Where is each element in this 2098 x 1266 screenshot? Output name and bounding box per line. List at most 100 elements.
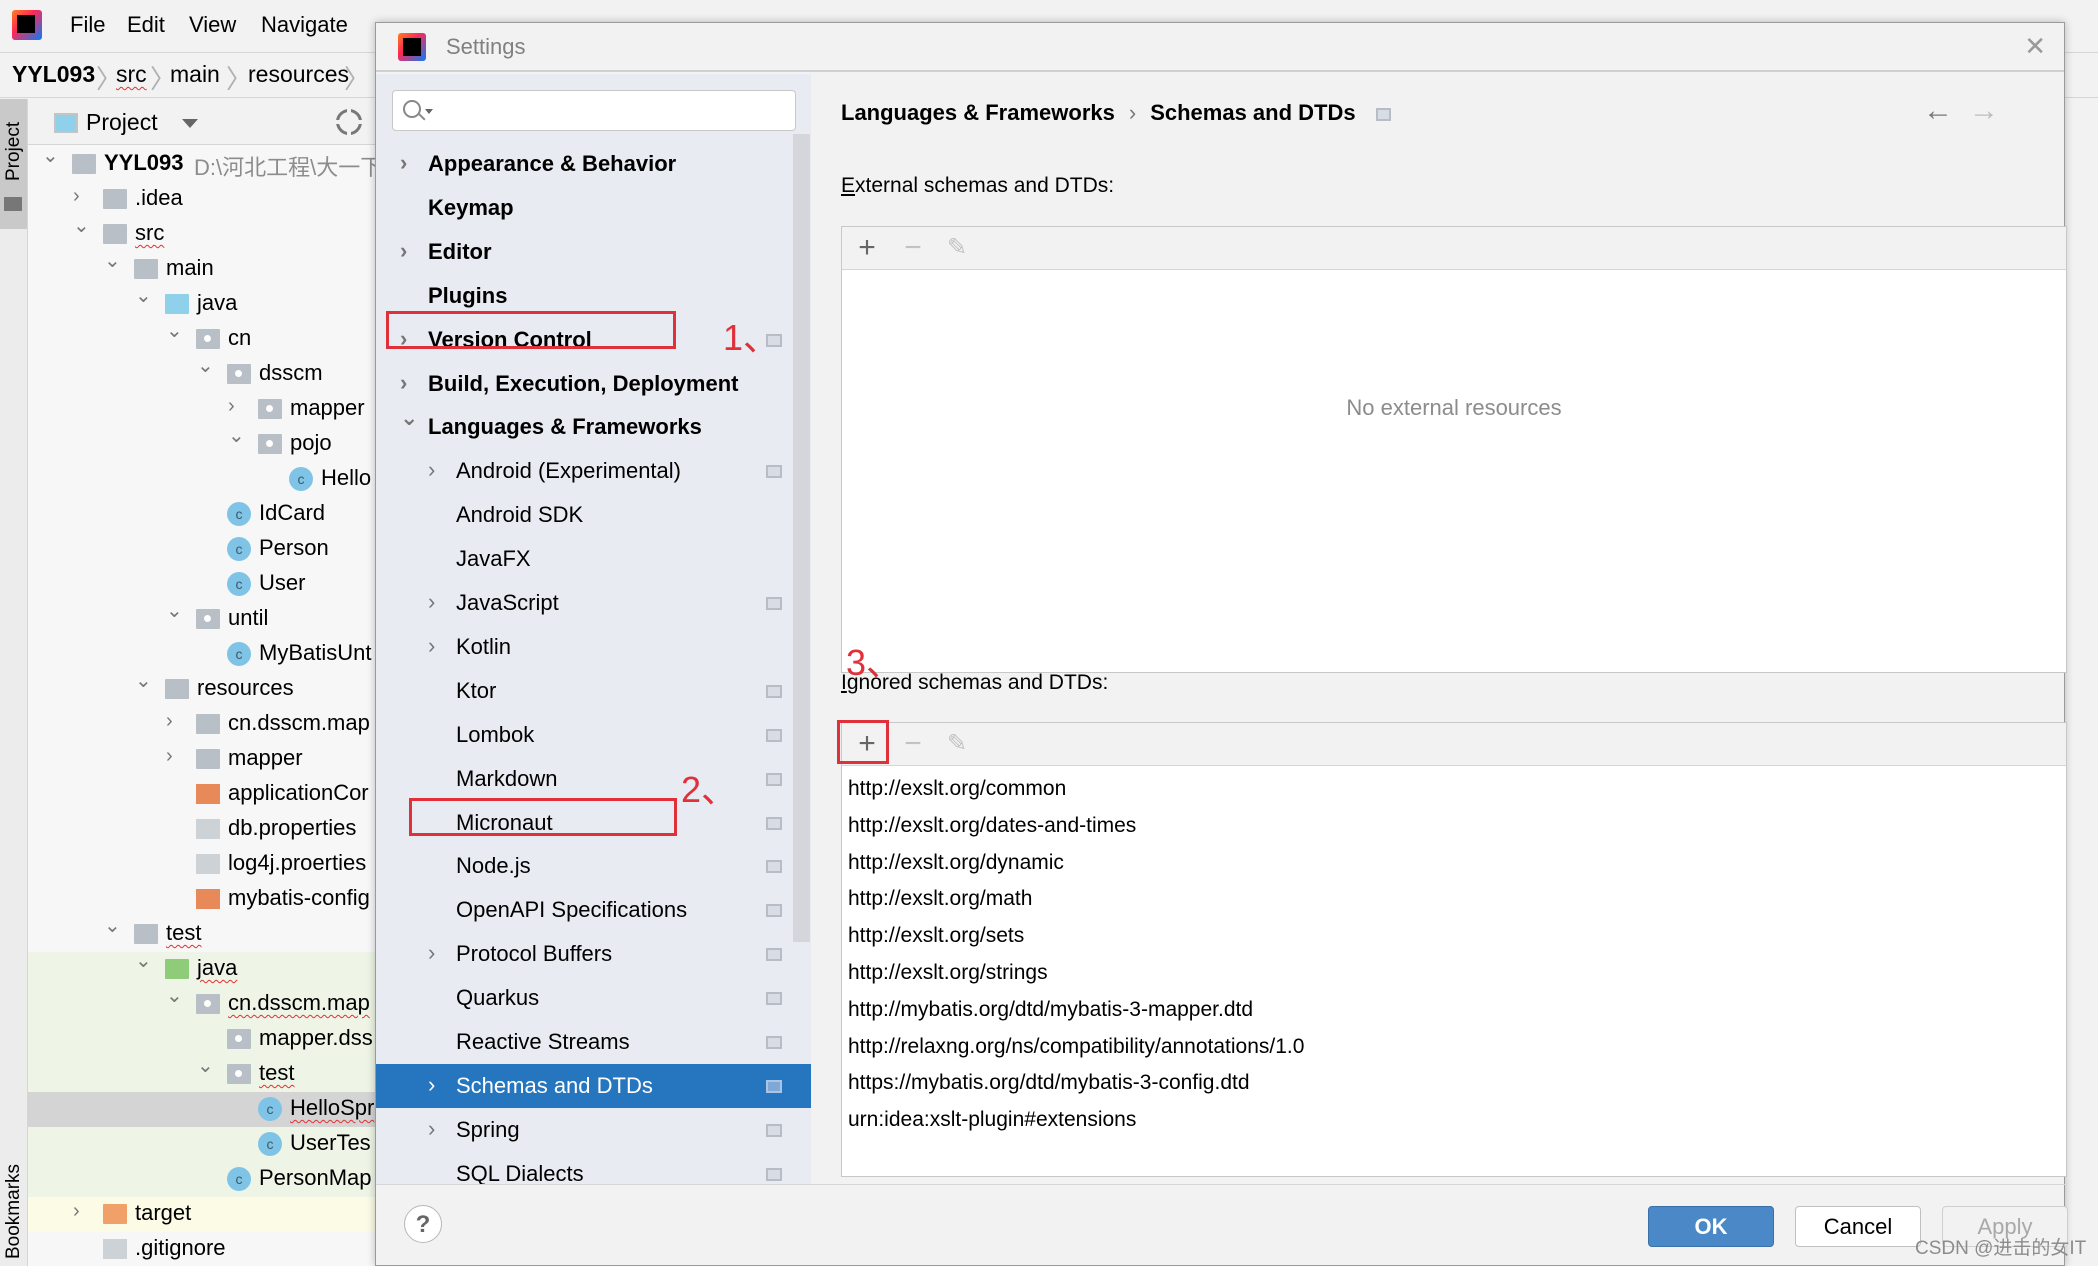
chevron-down-icon[interactable]: ⌄ — [197, 1053, 214, 1078]
chevron-right-icon[interactable]: › — [428, 940, 435, 966]
chevron-right-icon[interactable]: › — [400, 238, 407, 264]
settings-search-field[interactable] — [392, 90, 796, 131]
breadcrumb-main[interactable]: main — [170, 61, 220, 88]
settings-tree-item[interactable]: SQL Dialects — [376, 1152, 811, 1184]
settings-tree-scrollbar[interactable] — [793, 134, 810, 942]
project-tree-item[interactable]: c PersonMap — [28, 1162, 375, 1197]
chevron-down-icon[interactable]: ⌄ — [197, 353, 214, 378]
ignored-schema-item[interactable]: https://mybatis.org/dtd/mybatis-3-config… — [848, 1071, 1250, 1095]
project-tree-item[interactable]: c Hello — [28, 462, 375, 497]
chevron-down-icon[interactable]: ⌄ — [166, 983, 183, 1008]
project-tree-item[interactable]: c Person — [28, 532, 375, 567]
cancel-button[interactable]: Cancel — [1795, 1206, 1921, 1247]
ignored-schema-item[interactable]: urn:idea:xslt-plugin#extensions — [848, 1108, 1136, 1132]
project-tree-item[interactable]: ⌄ java — [28, 950, 375, 987]
chevron-down-icon[interactable]: ⌄ — [166, 318, 183, 343]
project-tree-item[interactable]: c IdCard — [28, 497, 375, 532]
chevron-down-icon[interactable]: ⌄ — [104, 248, 121, 273]
chevron-down-icon[interactable]: ⌄ — [228, 423, 245, 448]
chevron-right-icon[interactable]: › — [73, 1200, 89, 1223]
settings-tree-item[interactable]: › Editor — [376, 230, 811, 274]
menu-view[interactable]: View — [189, 12, 236, 38]
project-view-title[interactable]: Project — [86, 109, 158, 136]
settings-tree-item[interactable]: › Schemas and DTDs — [376, 1063, 811, 1108]
project-tree-item[interactable]: ⌄ dsscm — [28, 355, 375, 392]
project-tree-item[interactable]: › mapper — [28, 392, 375, 427]
settings-tree-item[interactable]: Node.js — [376, 844, 811, 888]
settings-tree-item[interactable]: › Appearance & Behavior — [376, 142, 811, 186]
chevron-right-icon[interactable]: › — [428, 633, 435, 659]
menu-navigate[interactable]: Navigate — [261, 12, 348, 38]
chevron-down-icon[interactable] — [182, 119, 198, 128]
chevron-down-icon[interactable]: ⌄ — [73, 213, 90, 238]
project-tree-item[interactable]: ⌄ cn — [28, 320, 375, 357]
settings-tree-item[interactable]: Keymap — [376, 186, 811, 230]
ignored-schema-item[interactable]: http://exslt.org/dynamic — [848, 851, 1064, 875]
settings-tree-item[interactable]: JavaFX — [376, 537, 811, 581]
ignored-schemas-list[interactable]: + − ✎ http://exslt.org/common http://exsl… — [837, 720, 2067, 1177]
project-tree-item[interactable]: ⌄ YYL093 D:\河北工程\大一下 — [28, 145, 375, 182]
external-schemas-list[interactable]: + − ✎ No external resources — [841, 226, 2067, 673]
ignored-schema-item[interactable]: http://exslt.org/dates-and-times — [848, 814, 1136, 838]
project-tree-item[interactable]: › cn.dsscm.map — [28, 707, 375, 742]
back-arrow-icon[interactable]: ← — [1923, 94, 1953, 128]
ignored-schema-item[interactable]: http://exslt.org/math — [848, 887, 1032, 911]
settings-tree-item[interactable]: › Kotlin — [376, 625, 811, 669]
settings-tree-item[interactable]: OpenAPI Specifications — [376, 888, 811, 932]
settings-tree-item[interactable]: Android SDK — [376, 493, 811, 537]
chevron-down-icon[interactable]: ⌄ — [135, 283, 152, 308]
settings-tree-item[interactable]: › Protocol Buffers — [376, 932, 811, 976]
ignored-schema-item[interactable]: http://relaxng.org/ns/compatibility/anno… — [848, 1035, 1304, 1059]
chevron-right-icon[interactable]: › — [428, 1116, 435, 1142]
settings-tree-item[interactable]: Markdown — [376, 757, 811, 801]
ignored-schema-item[interactable]: http://exslt.org/common — [848, 777, 1066, 801]
project-tree-item[interactable]: ⌄ pojo — [28, 425, 375, 462]
project-tool-tab[interactable]: Project — [0, 99, 27, 229]
project-tree-item[interactable]: › target — [28, 1197, 375, 1232]
add-icon[interactable]: + — [850, 231, 884, 265]
project-tree-item[interactable]: ⌄ test — [28, 1055, 375, 1092]
settings-tree-item[interactable]: ⌄ Languages & Frameworks — [376, 405, 811, 449]
chevron-right-icon[interactable]: › — [400, 150, 407, 176]
chevron-right-icon[interactable]: › — [400, 370, 407, 396]
project-tree-item[interactable]: › .idea — [28, 182, 375, 217]
breadcrumb-parent[interactable]: Languages & Frameworks — [841, 100, 1115, 125]
project-tree-item[interactable]: › mapper — [28, 742, 375, 777]
chevron-down-icon[interactable]: ⌄ — [135, 668, 152, 693]
ignored-schema-item[interactable]: http://exslt.org/sets — [848, 924, 1024, 948]
project-tree-item[interactable]: ⌄ java — [28, 285, 375, 322]
chevron-right-icon[interactable]: › — [73, 185, 89, 208]
breadcrumb-project[interactable]: YYL093 — [12, 61, 95, 88]
locate-file-icon[interactable] — [336, 109, 362, 135]
project-tree-item[interactable]: c MyBatisUnt — [28, 637, 375, 672]
settings-tree-item[interactable]: Quarkus — [376, 976, 811, 1020]
project-tree-item[interactable]: mybatis-config — [28, 882, 375, 917]
project-tree-item[interactable]: c UserTes — [28, 1127, 375, 1162]
chevron-down-icon[interactable]: ⌄ — [135, 948, 152, 973]
chevron-right-icon[interactable]: › — [228, 395, 244, 418]
project-tree-item[interactable]: .gitignore — [28, 1232, 375, 1266]
settings-tree-item[interactable]: Lombok — [376, 713, 811, 757]
settings-tree-item[interactable]: › Spring — [376, 1108, 811, 1152]
project-tree-item[interactable]: applicationCor — [28, 777, 375, 812]
project-tree-item[interactable]: db.properties — [28, 812, 375, 847]
breadcrumb-resources[interactable]: resources — [248, 61, 349, 88]
chevron-right-icon[interactable]: › — [428, 1072, 435, 1098]
settings-tree-item[interactable]: Ktor — [376, 669, 811, 713]
project-tree-item[interactable]: ⌄ main — [28, 250, 375, 287]
project-tree-item[interactable]: log4j.proerties — [28, 847, 375, 882]
chevron-right-icon[interactable]: › — [428, 589, 435, 615]
project-tree-item[interactable]: ⌄ test — [28, 915, 375, 952]
chevron-right-icon[interactable]: › — [428, 457, 435, 483]
ok-button[interactable]: OK — [1648, 1206, 1774, 1247]
ignored-schema-item[interactable]: http://exslt.org/strings — [848, 961, 1048, 985]
menu-file[interactable]: File — [70, 12, 105, 38]
project-tree-item[interactable]: mapper.dss — [28, 1022, 375, 1057]
chevron-down-icon[interactable]: ⌄ — [104, 913, 121, 938]
project-tree-item[interactable]: ⌄ resources — [28, 670, 375, 707]
search-history-dropdown-icon[interactable] — [425, 109, 433, 114]
settings-tree-item[interactable]: › JavaScript — [376, 581, 811, 625]
chevron-down-icon[interactable]: ⌄ — [400, 405, 418, 431]
menu-edit[interactable]: Edit — [127, 12, 165, 38]
settings-tree-item[interactable]: Reactive Streams — [376, 1020, 811, 1064]
